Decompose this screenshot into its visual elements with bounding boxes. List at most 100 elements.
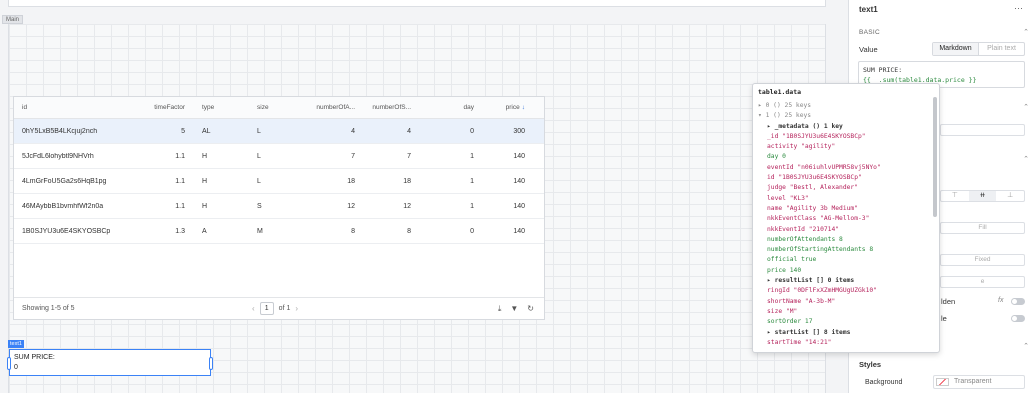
cell-timefactor: 1.1 bbox=[175, 152, 185, 160]
tree-node[interactable]: _id "1B0SJYU3u6E4SKYOSBCp" bbox=[758, 132, 934, 142]
resize-handle-left[interactable] bbox=[7, 357, 11, 370]
tree-node[interactable]: nkkEventId "210714" bbox=[758, 225, 934, 235]
more-options-icon[interactable]: ⋯ bbox=[1014, 3, 1023, 14]
table-footer: Showing 1-5 of 5 ‹ 1 of 1 › ⤓ ▼ ↻ bbox=[14, 297, 544, 319]
cell-number-of-starting: 12 bbox=[403, 202, 411, 210]
refresh-icon[interactable]: ↻ bbox=[527, 304, 534, 314]
tree-node-text: shortName "A-3b-M" bbox=[767, 297, 836, 305]
tree-node[interactable]: ▾ 1 () 25 keys bbox=[758, 111, 934, 121]
fixed-option[interactable]: Fixed bbox=[940, 254, 1025, 266]
column-header-day[interactable]: day bbox=[416, 104, 479, 111]
align-middle-icon[interactable]: ⧺ bbox=[968, 191, 997, 201]
table-row[interactable]: 4LmGrFoU5Ga2s6HqB1pg 1.1 H L 18 18 1 140 bbox=[14, 169, 544, 194]
sort-desc-icon: ↓ bbox=[521, 104, 525, 111]
tree-node[interactable]: size "M" bbox=[758, 307, 934, 317]
tree-node-text: ▸ _metadata () 1 key bbox=[767, 122, 843, 130]
align-top-icon[interactable]: ⊤ bbox=[941, 191, 969, 201]
tree-node-text: activity "agility" bbox=[767, 143, 836, 151]
tree-node-text: judge "Bestl, Alexander" bbox=[767, 184, 858, 192]
section-basic-heading[interactable]: BASIC bbox=[859, 29, 880, 36]
filter-icon[interactable]: ▼ bbox=[510, 304, 518, 314]
table-row[interactable]: 1B0SJYU3u6E4SKYOSBCp 1.3 A M 8 8 0 140 bbox=[14, 219, 544, 244]
tree-node[interactable]: name "Agility 3b Medium" bbox=[758, 204, 934, 214]
text-widget[interactable]: SUM PRICE: 0 bbox=[7, 349, 213, 376]
top-container[interactable] bbox=[8, 0, 826, 7]
cell-number-of-starting: 4 bbox=[407, 127, 411, 135]
background-color-input[interactable]: Transparent bbox=[933, 375, 1025, 389]
tree-node-text: ▾ 1 () 25 keys bbox=[758, 112, 812, 120]
cell-size: L bbox=[257, 177, 261, 185]
table-row[interactable]: 0hY5LxB5B4LKcjuj2nch 5 AL L 4 4 0 300 bbox=[14, 119, 544, 144]
data-tree: ▸ 0 () 25 keys ▾ 1 () 25 keys ▸ _metadata … bbox=[758, 101, 934, 348]
vertical-align-control[interactable]: ⊤ ⧺ ⊥ bbox=[940, 190, 1025, 202]
cell-timefactor: 1.1 bbox=[175, 177, 185, 185]
cell-number-of-attendants: 4 bbox=[351, 127, 355, 135]
tree-node[interactable]: ▸ 0 () 25 keys bbox=[758, 101, 934, 111]
visible-toggle[interactable] bbox=[1011, 315, 1025, 322]
tree-node[interactable]: sortOrder 17 bbox=[758, 317, 934, 327]
tree-node[interactable]: official true bbox=[758, 255, 934, 265]
property-field[interactable]: e bbox=[940, 276, 1025, 288]
collapse-basic-icon[interactable]: ⌃ bbox=[1023, 28, 1029, 36]
cell-id: 4LmGrFoU5Ga2s6HqB1pg bbox=[22, 177, 107, 185]
column-header-type[interactable]: type bbox=[190, 104, 245, 111]
tree-node[interactable]: shortName "A-3b-M" bbox=[758, 297, 934, 307]
text-widget-line2: 0 bbox=[14, 364, 18, 371]
collapse-section-icon[interactable]: ⌃ bbox=[1023, 103, 1029, 111]
column-header-timefactor[interactable]: timeFactor bbox=[142, 104, 190, 111]
tree-node[interactable]: startTime "14:21" bbox=[758, 338, 934, 348]
column-header-number-of-attendants[interactable]: numberOfA... bbox=[287, 104, 360, 111]
hidden-toggle[interactable] bbox=[1011, 298, 1025, 305]
next-page-icon[interactable]: › bbox=[295, 304, 298, 313]
markdown-option[interactable]: Markdown bbox=[933, 43, 979, 55]
tree-node[interactable]: ▸ resultList [] 0 items bbox=[758, 276, 934, 286]
cell-type: H bbox=[202, 177, 208, 185]
tree-node[interactable]: eventId "n06iuhlvUPMR58vj5NYo" bbox=[758, 163, 934, 173]
text-widget-tag[interactable]: text1 bbox=[8, 340, 24, 348]
pagination: ‹ 1 of 1 › bbox=[252, 302, 298, 315]
table-row[interactable]: 46MAybbB1bvmhfWf2n0a 1.1 H S 12 12 1 140 bbox=[14, 194, 544, 219]
fx-icon[interactable]: fx bbox=[998, 297, 1003, 304]
hidden-label: lden bbox=[941, 297, 956, 306]
column-header-id[interactable]: id bbox=[14, 104, 142, 111]
prev-page-icon[interactable]: ‹ bbox=[252, 304, 255, 313]
plain-text-option[interactable]: Plain text bbox=[979, 43, 1024, 55]
cell-number-of-starting: 18 bbox=[403, 177, 411, 185]
tree-node-text: numberOfAttendants 8 bbox=[767, 235, 843, 243]
table-row[interactable]: 5JcFdL6lohybtl9NHVrh 1.1 H L 7 7 1 140 bbox=[14, 144, 544, 169]
collapse-layout-icon[interactable]: ⌃ bbox=[1023, 155, 1029, 163]
table-toolbar: ⤓ ▼ ↻ bbox=[498, 304, 534, 314]
data-table[interactable]: id timeFactor type size numberOfA... num… bbox=[13, 96, 545, 320]
cell-size: M bbox=[257, 227, 263, 235]
column-header-number-of-starting[interactable]: numberOfS... bbox=[360, 104, 416, 111]
tree-node[interactable]: numberOfAttendants 8 bbox=[758, 235, 934, 245]
tree-node[interactable]: numberOfStartingAttendants 8 bbox=[758, 245, 934, 255]
tree-node-text: price 140 bbox=[767, 266, 802, 274]
cell-size: L bbox=[257, 127, 261, 135]
column-header-price[interactable]: price ↓ bbox=[479, 104, 530, 111]
tree-node[interactable]: ▸ _metadata () 1 key bbox=[758, 122, 934, 132]
tree-node[interactable]: activity "agility" bbox=[758, 142, 934, 152]
fill-option[interactable]: Fill bbox=[940, 222, 1025, 234]
column-header-size[interactable]: size bbox=[245, 104, 287, 111]
align-bottom-icon[interactable]: ⊥ bbox=[996, 191, 1024, 201]
tree-node[interactable]: level "KL3" bbox=[758, 194, 934, 204]
tree-node[interactable]: nkkEventClass "AG-Mellom-3" bbox=[758, 214, 934, 224]
download-icon[interactable]: ⤓ bbox=[498, 304, 502, 314]
table-body: 0hY5LxB5B4LKcjuj2nch 5 AL L 4 4 0 300 5JcFdL6loh… bbox=[14, 119, 544, 244]
inspector-title[interactable]: text1 bbox=[859, 5, 878, 14]
tree-node[interactable]: id "1B0SJYU3u6E4SKYOSBCp" bbox=[758, 173, 934, 183]
tree-node[interactable]: judge "Bestl, Alexander" bbox=[758, 183, 934, 193]
cell-type: H bbox=[202, 202, 208, 210]
tree-node[interactable]: ▸ startList [] 8 items bbox=[758, 328, 934, 338]
tree-node[interactable]: price 140 bbox=[758, 266, 934, 276]
tree-node[interactable]: day 0 bbox=[758, 152, 934, 162]
value-mode-toggle[interactable]: Markdown Plain text bbox=[932, 42, 1025, 56]
tree-node[interactable]: ringId "0DFlFxXZmHMGUgUZGk10" bbox=[758, 286, 934, 296]
property-input[interactable] bbox=[940, 124, 1025, 136]
resize-handle-right[interactable] bbox=[209, 357, 213, 370]
collapse-styles-icon[interactable]: ⌃ bbox=[1023, 342, 1029, 350]
page-number-input[interactable]: 1 bbox=[259, 302, 274, 315]
popover-scrollbar[interactable] bbox=[933, 97, 937, 217]
tree-node-text: day 0 bbox=[767, 153, 786, 161]
